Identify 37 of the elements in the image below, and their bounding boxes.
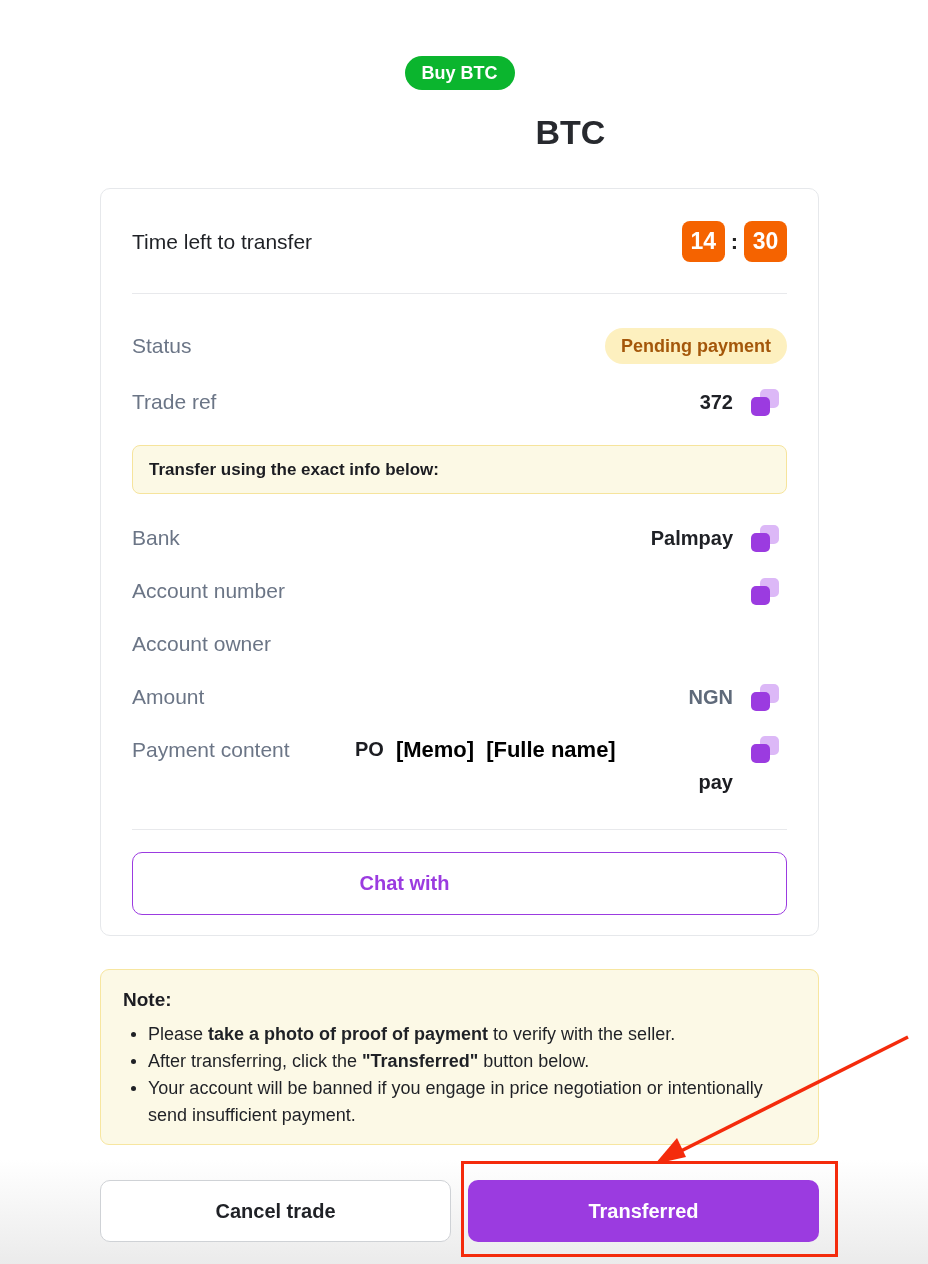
placeholder-text: [Memo] xyxy=(395,736,475,763)
detail-value: PO xyxy=(355,738,384,761)
detail-label: Account number xyxy=(132,579,285,603)
asset-title: BTC xyxy=(535,112,606,152)
chat-button[interactable]: Chat with xyxy=(132,852,787,915)
detail-value: 372 xyxy=(699,390,733,414)
copy-icon[interactable] xyxy=(751,577,779,605)
copy-icon[interactable] xyxy=(751,524,779,552)
detail-value: Palmpay xyxy=(650,526,733,550)
timer-separator: : xyxy=(730,228,738,255)
detail-value: pay xyxy=(698,771,733,794)
detail-value: NGN xyxy=(688,685,733,709)
info-notice: Transfer using the exact info below: xyxy=(132,445,787,494)
detail-label: Bank xyxy=(132,526,180,550)
transferred-button[interactable]: Transferred xyxy=(468,1180,819,1242)
timer-seconds: 30 xyxy=(744,221,787,262)
detail-label: Status xyxy=(132,334,192,358)
note-item: Please take a photo of proof of payment to verify with the seller. xyxy=(148,1023,676,1046)
timer-minutes: 14 xyxy=(681,221,725,262)
detail-label: Payment content xyxy=(132,737,290,762)
bullet-icon xyxy=(131,1086,136,1091)
trade-type-badge: Buy BTC xyxy=(404,56,515,90)
placeholder-text: [Fulle name] xyxy=(486,736,616,763)
detail-label: Account owner xyxy=(132,632,271,656)
note-title: Note: xyxy=(123,989,173,1011)
detail-label: Trade ref xyxy=(132,390,217,414)
status-badge: Pending payment xyxy=(604,328,787,364)
cancel-button[interactable]: Cancel trade xyxy=(100,1180,451,1242)
note-item: Your account will be banned if you engage in price negotiation or intentionally send insufficient payment. xyxy=(148,1077,764,1127)
copy-icon[interactable] xyxy=(751,736,779,763)
bullet-icon xyxy=(131,1059,136,1064)
copy-icon[interactable] xyxy=(751,683,779,711)
timer-label: Time left to transfer xyxy=(132,229,313,254)
note-item: After transferring, click the "Transferred" button below. xyxy=(148,1050,590,1073)
bullet-icon xyxy=(131,1032,136,1037)
detail-label: Amount xyxy=(132,685,205,709)
copy-icon[interactable] xyxy=(751,388,779,416)
